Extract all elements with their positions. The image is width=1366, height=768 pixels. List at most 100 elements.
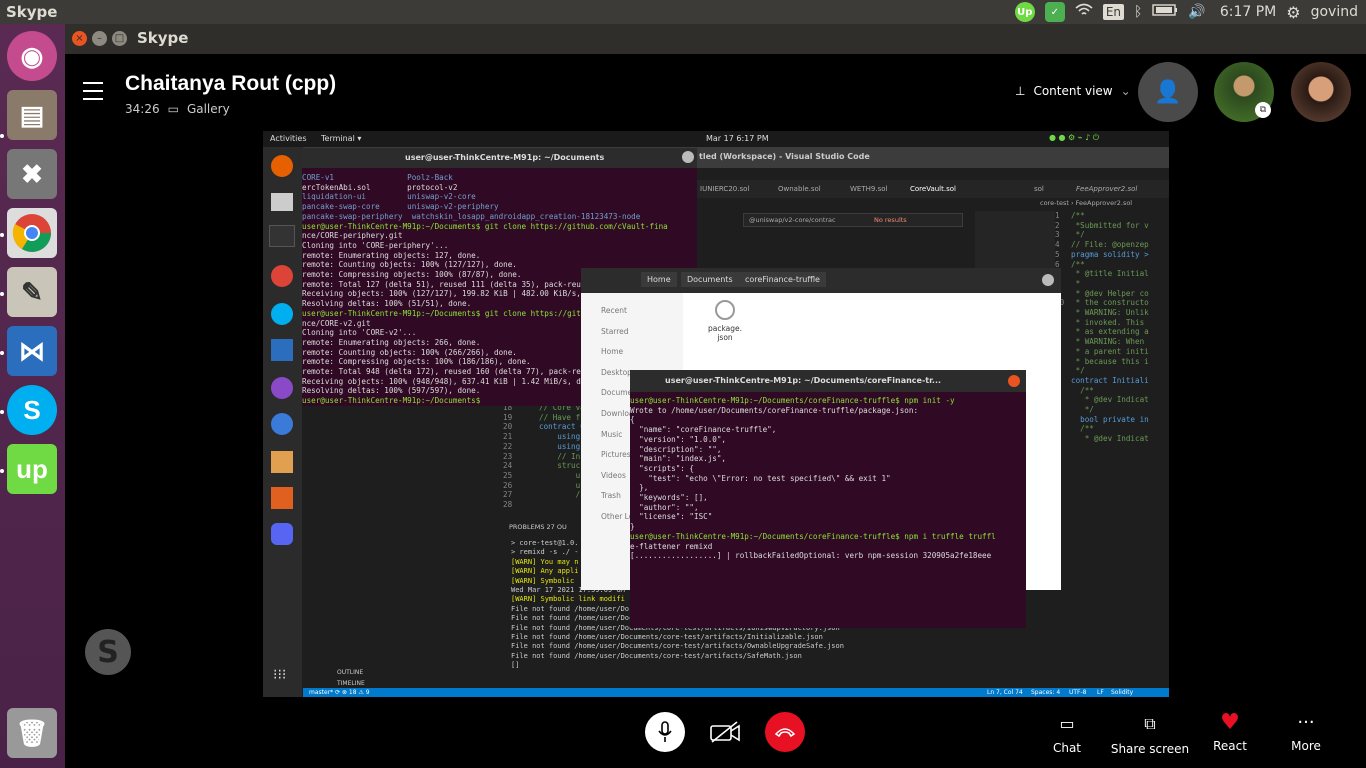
line-number: 22 <box>503 441 513 451</box>
chat-icon: ▭ <box>1059 714 1075 733</box>
terminal-line: ercTokenAbi.sol protocol-v2 <box>302 182 458 192</box>
editor-tab: WETH9.sol <box>850 185 888 193</box>
chrome-icon <box>271 265 293 287</box>
terminal-line: Cloning into 'CORE-periphery'... <box>302 240 449 250</box>
line-numbers: 18 19 20 21 22 23 24 25 26 27 28 <box>503 403 512 510</box>
terminal-title: user@user-ThinkCentre-M91p: ~/Documents/… <box>665 376 942 385</box>
code-line: u <box>539 470 581 480</box>
remote-tray-icons: ● ● ⚙ ⌁ ♪ ⏻ <box>1049 133 1100 142</box>
panel-tabs: PROBLEMS 27 OU <box>509 523 567 531</box>
close-window-button[interactable]: × <box>72 31 87 46</box>
view-mode-label[interactable]: Gallery <box>187 102 230 116</box>
user-name[interactable]: govind <box>1311 4 1358 20</box>
react-button[interactable]: ♥ React <box>1209 710 1251 753</box>
add-participant-button[interactable]: 👤 <box>1138 62 1198 122</box>
clock[interactable]: 6:17 PM <box>1220 4 1276 20</box>
terminal-line: File not found /home/user/Documents/core… <box>511 651 802 660</box>
code-line: * invoked. This <box>1071 317 1149 327</box>
code-line: // Have f <box>539 412 581 422</box>
remote-clock: Mar 17 6:17 PM <box>706 134 769 143</box>
settings-gear-icon[interactable]: ⚙ <box>1286 3 1300 22</box>
code-line: * @dev Helper co <box>1071 288 1149 298</box>
text-editor-icon[interactable]: ✎ <box>7 267 57 317</box>
terminal-line: pancake-swap-periphery watchskin_losapp_… <box>302 211 641 221</box>
remote-top-bar: Activities Terminal ▾ Mar 17 6:17 PM ● ●… <box>263 131 1169 147</box>
system-settings-icon[interactable]: ✖ <box>7 149 57 199</box>
crumb: Documents <box>681 272 739 287</box>
wifi-icon[interactable] <box>1075 3 1093 21</box>
code-line: /** <box>1071 259 1085 269</box>
firefox-icon <box>271 155 293 177</box>
video-toggle-button[interactable] <box>705 712 745 752</box>
ubuntu-dash-icon[interactable]: ◉ <box>7 31 57 81</box>
end-call-button[interactable] <box>765 712 805 752</box>
microphone-icon <box>658 721 672 742</box>
line-number: 23 <box>503 451 513 461</box>
terminal-line: "main": "index.js", <box>630 454 727 464</box>
upwork-tray-icon[interactable]: Up <box>1014 2 1035 22</box>
minimize-window-button[interactable]: – <box>92 31 107 46</box>
running-indicator <box>0 469 4 473</box>
terminal-line: nce/CORE-periphery.git <box>302 231 403 241</box>
editor-tab: sol <box>1034 185 1044 193</box>
check-tray-icon[interactable]: ✓ <box>1044 2 1065 22</box>
hang-up-icon <box>774 728 796 738</box>
hamburger-menu-icon[interactable] <box>83 82 103 100</box>
terminal-line: Wrote to /home/user/Documents/coreFinanc… <box>630 405 919 415</box>
terminal-line: "name": "coreFinance-truffle", <box>630 425 777 435</box>
maximize-window-button[interactable]: □ <box>112 31 127 46</box>
upwork-launcher-icon[interactable]: up <box>7 444 57 494</box>
mute-button[interactable] <box>645 712 685 752</box>
keyboard-layout-indicator[interactable]: En <box>1102 4 1124 20</box>
battery-icon[interactable] <box>1152 4 1178 20</box>
outline-section: OUTLINE <box>337 669 364 676</box>
gallery-icon[interactable]: ▭ <box>168 102 179 116</box>
trash-icon[interactable]: 🗑 <box>7 708 57 758</box>
volume-icon[interactable]: 🔊 <box>1188 4 1205 20</box>
json-file-icon <box>715 300 735 320</box>
line-number: 25 <box>503 470 513 480</box>
breadcrumb: core-test › FeeApprover2.sol <box>1040 199 1133 207</box>
system-tray: Up ✓ En ᛒ 🔊 6:17 PM ⚙ govind <box>1014 0 1366 24</box>
running-indicator <box>0 351 4 355</box>
terminal-line: "license": "ISC" <box>630 512 713 522</box>
terminal-line: { <box>630 415 635 425</box>
shared-screen[interactable]: Activities Terminal ▾ Mar 17 6:17 PM ● ●… <box>263 131 1169 697</box>
find-widget: @uniswap/v2-core/contrac No results <box>743 213 963 227</box>
code-line: * @title Initial <box>1071 269 1149 279</box>
add-person-icon: 👤 <box>1154 79 1182 105</box>
files-sidebar-item: Starred <box>601 326 629 336</box>
code-line: * <box>1071 278 1081 288</box>
chrome-icon[interactable] <box>7 208 57 258</box>
code-line: * because this i <box>1071 356 1149 366</box>
terminal-line: e-flattener remixd <box>630 541 713 551</box>
running-indicator <box>0 292 4 296</box>
skype-launcher-icon[interactable]: S <box>7 385 57 435</box>
terminal-line: "keywords": [], <box>630 493 708 503</box>
file-cabinet-icon[interactable]: ▤ <box>7 90 57 140</box>
terminal-title: user@user-ThinkCentre-M91p: ~/Documents <box>405 153 605 162</box>
terminal-line: pancake-swap-core uniswap-v2-periphery <box>302 202 499 212</box>
active-app-name[interactable]: Skype <box>6 3 57 21</box>
line-number: 24 <box>503 461 513 471</box>
participant-avatar-2[interactable] <box>1291 62 1351 122</box>
bluetooth-icon[interactable]: ᛒ <box>1134 4 1142 20</box>
share-screen-icon: ⧉ <box>1144 714 1156 733</box>
call-participant-name: Chaitanya Rout (cpp) <box>125 72 337 95</box>
screen-share-badge-icon: ⧉ <box>1255 102 1271 118</box>
files-header: Home Documents coreFinance-truffle <box>581 268 1061 293</box>
editor-tab: FeeApprover2.sol <box>1076 185 1138 193</box>
vscode-icon[interactable]: ⋈ <box>7 326 57 376</box>
share-screen-button[interactable]: ⧉ Share screen <box>1110 714 1190 756</box>
content-view-toggle[interactable]: ⊥ Content view ⌄ <box>1015 84 1131 98</box>
terminal-line: } <box>630 522 635 532</box>
terminal-line: File not found /home/user/Documents/core… <box>511 642 844 651</box>
vscode-tabs: IUNIERC20.sol Ownable.sol WETH9.sol Core… <box>696 180 1169 198</box>
more-icon: ··· <box>1297 712 1315 733</box>
code-line: bool private in <box>1071 414 1149 424</box>
line-number: 27 <box>503 490 513 500</box>
editor-tab: IUNIERC20.sol <box>700 185 750 193</box>
more-button[interactable]: ··· More <box>1285 712 1327 753</box>
terminal-line: "scripts": { <box>630 463 695 473</box>
chat-button[interactable]: ▭ Chat <box>1047 714 1087 755</box>
